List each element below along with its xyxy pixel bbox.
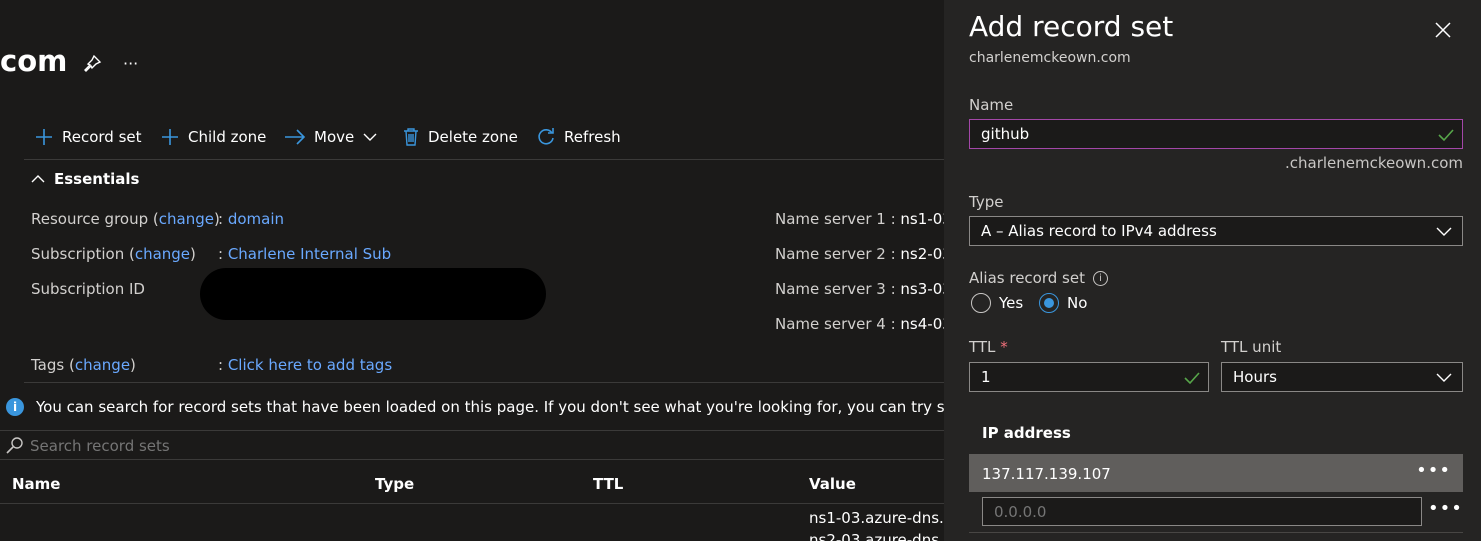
ttl-unit-dropdown[interactable]: Hours <box>1221 362 1463 392</box>
name-label: Name <box>969 96 1014 114</box>
required-mark: * <box>1000 338 1008 356</box>
chevron-up-icon <box>30 171 46 187</box>
row-more-button[interactable]: ••• <box>1416 460 1451 481</box>
ip-address-header: IP address <box>982 424 1071 442</box>
ip-address-row[interactable]: 137.117.139.107 ••• <box>969 454 1463 492</box>
type-dropdown[interactable]: A – Alias record to IPv4 address <box>969 216 1463 246</box>
panel-title: Add record set <box>969 10 1174 43</box>
row-value-line: ns2-03.azure-dns.n <box>809 531 945 541</box>
subscription-value: : Charlene Internal Sub <box>218 245 392 263</box>
resource-group-value: : domain <box>218 210 285 228</box>
close-icon[interactable] <box>1434 21 1452 39</box>
redacted-subscription-id <box>200 268 546 320</box>
subscription-id-label: Subscription ID <box>31 280 145 298</box>
subscription-row: Subscription (change) <box>31 245 196 263</box>
page-title: com <box>0 44 68 78</box>
row-value-line: ns1-03.azure-dns.c <box>809 509 945 527</box>
ttl-unit-label: TTL unit <box>1221 338 1282 356</box>
check-icon <box>1184 371 1200 385</box>
add-record-set-panel: Add record set charlenemckeown.com Name … <box>944 0 1481 541</box>
resource-group-row: Resource group (change) <box>31 210 220 228</box>
panel-subtitle: charlenemckeown.com <box>969 50 1131 66</box>
add-record-set-button[interactable]: Record set <box>34 127 142 147</box>
column-header-type[interactable]: Type <box>375 475 414 493</box>
name-server-4: Name server 4 : ns4-03 <box>775 315 945 333</box>
change-tags-link[interactable]: change <box>75 356 130 374</box>
refresh-button[interactable]: Refresh <box>536 127 621 147</box>
type-label: Type <box>969 193 1004 211</box>
search-divider-bottom <box>0 459 945 460</box>
ip-grid-bottom-border <box>969 532 1463 533</box>
more-options-button[interactable]: ··· <box>123 54 138 73</box>
tags-row: Tags (change) <box>31 356 136 374</box>
trash-icon <box>402 127 420 147</box>
search-box[interactable] <box>0 431 945 459</box>
tags-value: : Click here to add tags <box>218 356 393 374</box>
pin-icon[interactable] <box>82 54 102 74</box>
dns-zone-overview: com ··· Record set Child zone Move Delet… <box>0 0 945 541</box>
info-banner: i You can search for record sets that ha… <box>0 390 945 426</box>
chevron-down-icon <box>1436 225 1452 237</box>
info-icon: i <box>6 398 24 416</box>
refresh-icon <box>536 127 556 147</box>
ttl-label: TTL * <box>969 338 1008 356</box>
arrow-right-icon <box>284 127 306 147</box>
search-input[interactable] <box>28 434 632 458</box>
move-button[interactable]: Move <box>284 127 378 147</box>
column-header-name[interactable]: Name <box>12 475 60 493</box>
alias-no-radio[interactable]: No <box>1039 293 1087 313</box>
essentials-divider <box>24 382 945 383</box>
new-row-more-button[interactable]: ••• <box>1428 498 1463 519</box>
chevron-down-icon <box>1436 371 1452 383</box>
name-server-1: Name server 1 : ns1-03 <box>775 210 945 228</box>
alias-record-set-label: Alias record set i <box>969 269 1108 287</box>
add-tags-link[interactable]: Click here to add tags <box>228 356 392 374</box>
ttl-input[interactable]: 1 <box>969 362 1209 392</box>
essentials-toggle[interactable]: Essentials <box>30 170 139 188</box>
name-input[interactable]: github <box>969 119 1463 149</box>
radio-circle <box>971 293 991 313</box>
add-child-zone-button[interactable]: Child zone <box>160 127 266 147</box>
chevron-down-icon <box>362 129 378 145</box>
column-header-ttl[interactable]: TTL <box>593 475 623 493</box>
toolbar-divider <box>24 159 945 160</box>
change-resource-group-link[interactable]: change <box>159 210 214 228</box>
resource-group-link[interactable]: domain <box>228 210 284 228</box>
check-icon <box>1438 128 1454 142</box>
delete-zone-button[interactable]: Delete zone <box>402 127 518 147</box>
name-server-2: Name server 2 : ns2-03 <box>775 245 945 263</box>
info-icon[interactable]: i <box>1092 270 1108 286</box>
name-suffix: .charlenemckeown.com <box>1284 154 1463 172</box>
change-subscription-link[interactable]: change <box>135 245 190 263</box>
table-row[interactable]: ns1-03.azure-dns.c ns2-03.azure-dns.n <box>0 504 945 541</box>
alias-yes-radio[interactable]: Yes <box>971 293 1023 313</box>
column-header-value[interactable]: Value <box>809 475 856 493</box>
plus-icon <box>34 127 54 147</box>
search-icon <box>6 436 24 454</box>
new-ip-address-input[interactable] <box>982 497 1422 526</box>
name-server-3: Name server 3 : ns3-03 <box>775 280 945 298</box>
plus-icon <box>160 127 180 147</box>
subscription-link[interactable]: Charlene Internal Sub <box>228 245 391 263</box>
radio-circle-selected <box>1039 293 1059 313</box>
